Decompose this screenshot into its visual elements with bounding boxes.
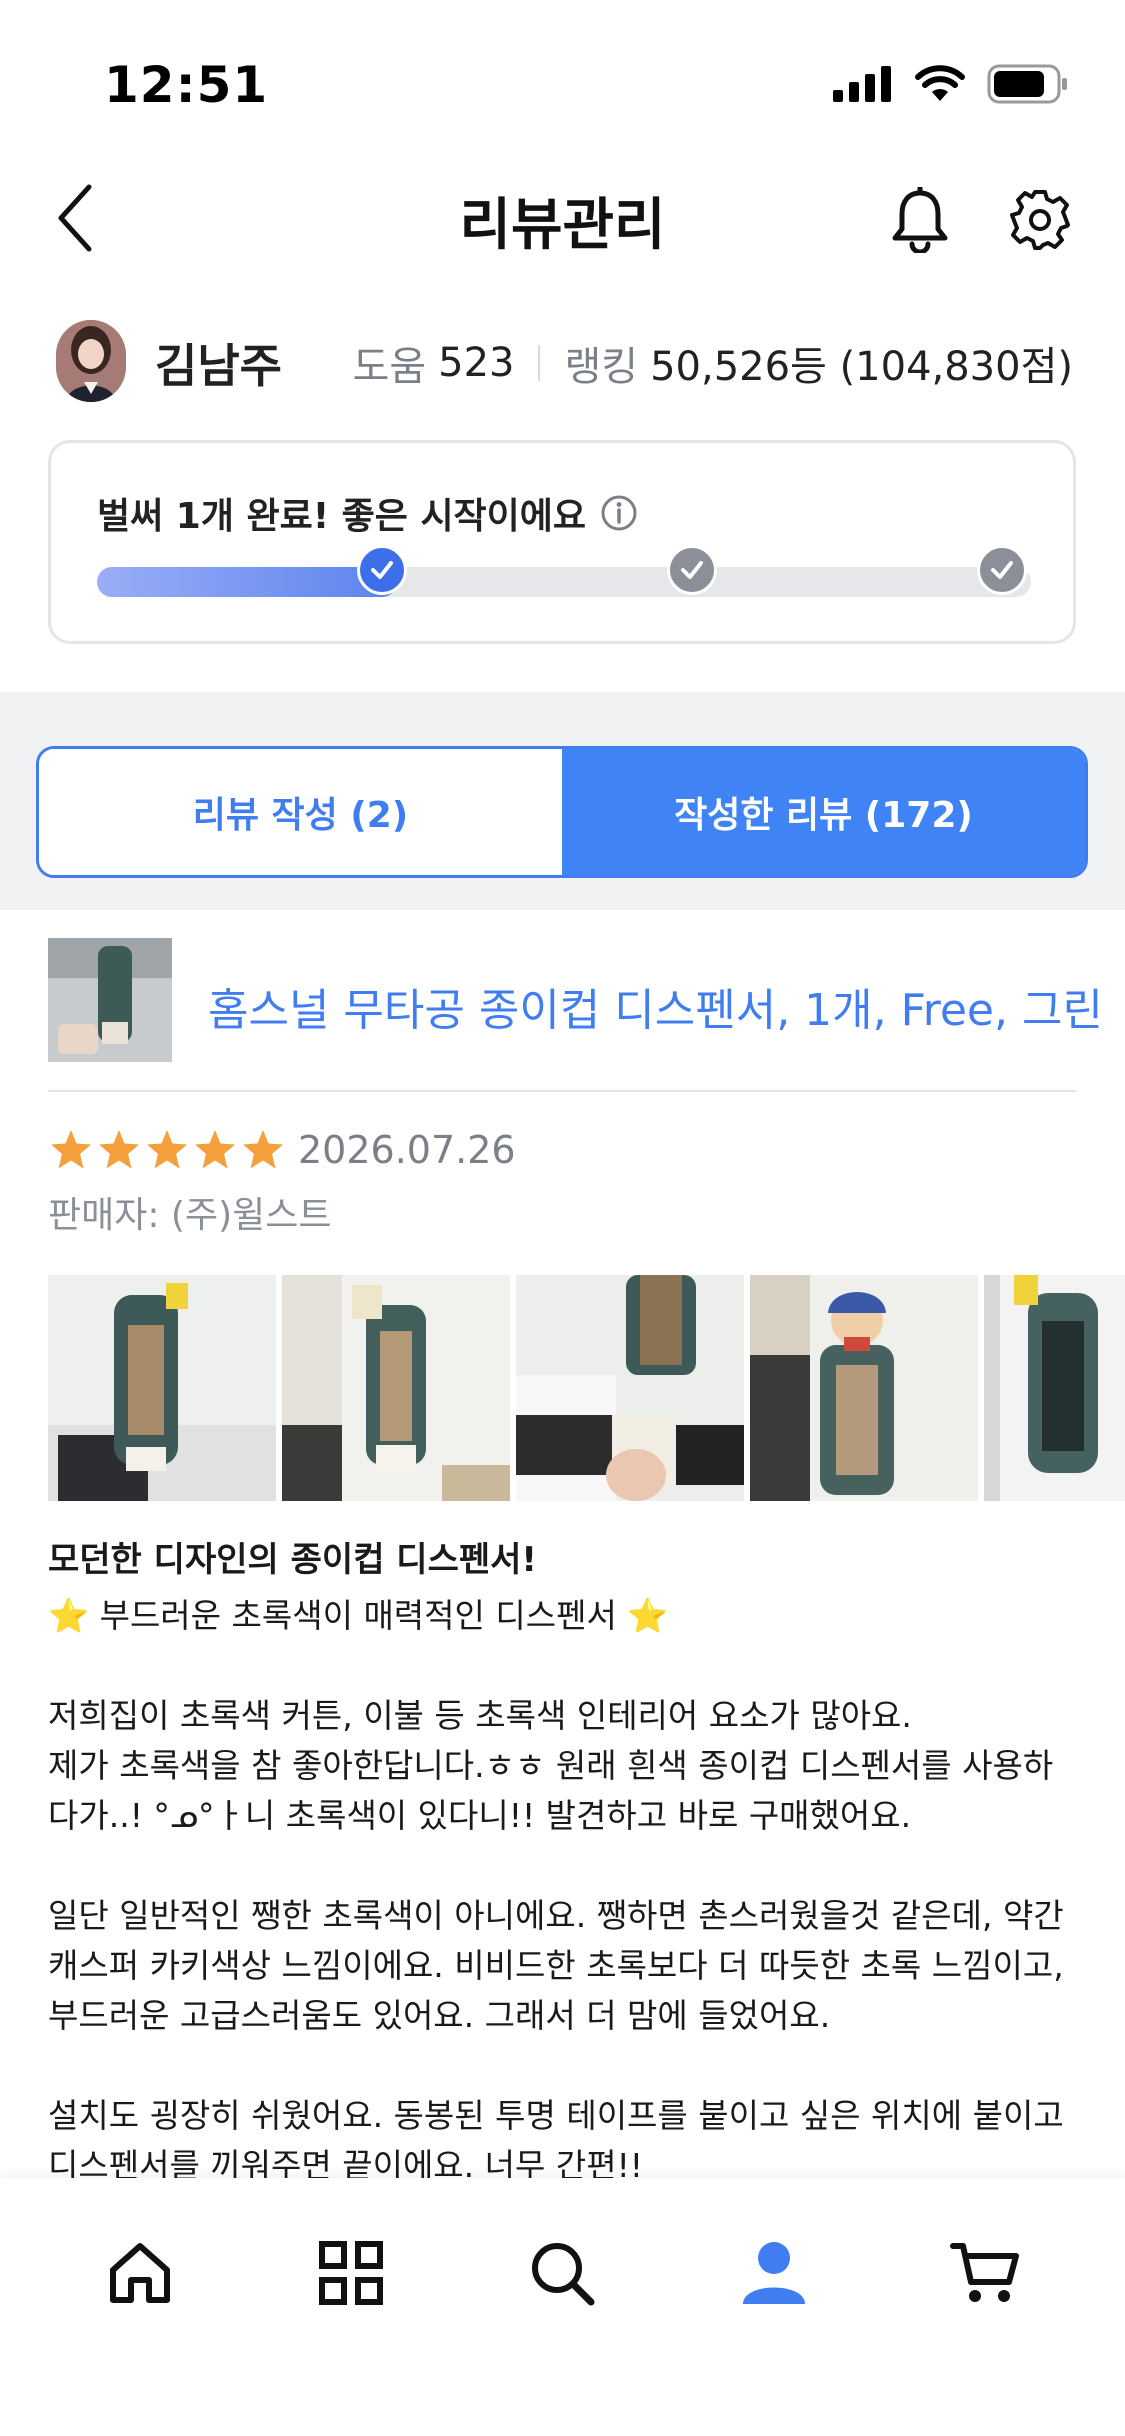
progress-title: 벌써 1개 완료! 좋은 시작이에요 <box>97 487 638 539</box>
header: 리뷰관리 <box>0 160 1125 270</box>
divider <box>48 1090 1076 1092</box>
check-icon <box>991 561 1013 579</box>
check-icon <box>681 561 703 579</box>
review-line: 설치도 굉장히 쉬웠어요. 동봉된 투명 테이프를 붙이고 싶은 위치에 붙이고 <box>48 2096 1064 2135</box>
review-line: 저희집이 초록색 커튼, 이불 등 초록색 인테리어 요소가 많아요. <box>48 1696 912 1735</box>
person-icon <box>742 2242 805 2304</box>
progress-step-3 <box>977 545 1027 595</box>
nav-my-page[interactable] <box>719 2218 829 2328</box>
settings-button[interactable] <box>1005 180 1075 260</box>
status-bar: 12:51 <box>0 0 1125 160</box>
wifi-icon <box>915 65 965 101</box>
review-subheading: ⭐ 부드러운 초록색이 매력적인 디스펜서 ⭐ <box>48 1596 669 1635</box>
product-row[interactable]: 홈스널 무타공 종이컵 디스펜서, 1개, Free, 그린 <box>48 938 1103 1062</box>
star-icon <box>51 1130 91 1169</box>
signal-icon <box>833 66 891 102</box>
progress-fill <box>97 567 397 597</box>
review-tabs: 리뷰 작성 (2) 작성한 리뷰 (172) <box>36 746 1088 878</box>
review-photo[interactable] <box>516 1275 744 1501</box>
ranking-value: 50,526등 (104,830점) <box>650 344 1073 390</box>
ranking-label: 랭킹 <box>564 344 639 390</box>
status-icons <box>833 64 1069 104</box>
review-photo[interactable] <box>984 1275 1125 1501</box>
nav-search[interactable] <box>507 2218 617 2328</box>
progress-card: 벌써 1개 완료! 좋은 시작이에요 <box>48 440 1076 644</box>
review-photo[interactable] <box>48 1275 276 1501</box>
star-icon <box>99 1130 139 1169</box>
bell-icon <box>892 187 948 253</box>
review-photo[interactable] <box>750 1275 978 1501</box>
star-icon <box>243 1130 283 1169</box>
avatar[interactable] <box>56 320 126 402</box>
status-time: 12:51 <box>104 56 269 114</box>
product-thumbnail[interactable] <box>48 938 172 1062</box>
cart-icon <box>950 2243 1020 2302</box>
search-icon <box>532 2243 595 2306</box>
user-name: 김남주 <box>155 339 282 393</box>
review-photos <box>48 1275 1125 1501</box>
notification-button[interactable] <box>885 180 955 260</box>
review-line: 다가..! °ᓄ°ㅏ니 초록색이 있다니!! 발견하고 바로 구매했어요. <box>48 1796 912 1835</box>
progress-track <box>97 567 1031 597</box>
grid-icon <box>319 2241 384 2305</box>
nav-home[interactable] <box>85 2218 195 2328</box>
battery-icon <box>987 64 1067 104</box>
tab-written-reviews[interactable]: 작성한 리뷰 (172) <box>562 749 1085 875</box>
product-image <box>48 938 172 1062</box>
profile-row: 김남주 도움 523 랭킹 50,526등 (104,830점) <box>0 310 1125 410</box>
tab-write-review[interactable]: 리뷰 작성 (2) <box>39 749 562 875</box>
help-label: 도움 <box>352 344 427 390</box>
progress-message: 벌써 1개 완료! 좋은 시작이에요 <box>97 496 587 537</box>
bottom-nav <box>0 2178 1125 2436</box>
review-body: 모던한 디자인의 종이컵 디스펜서! ⭐ 부드러운 초록색이 매력적인 디스펜서… <box>48 1535 1088 2191</box>
gear-icon <box>1010 190 1070 250</box>
star-icon <box>195 1130 235 1169</box>
profile-stats: 도움 523 랭킹 50,526등 (104,830점) <box>353 334 1073 392</box>
check-icon <box>371 561 393 579</box>
seller-name: 판매자: (주)윌스트 <box>48 1195 332 1236</box>
avatar-image <box>56 320 126 402</box>
review-date: 2026.07.26 <box>298 1128 516 1172</box>
review-line: 일단 일반적인 쨍한 초록색이 아니에요. 쨍하면 촌스러웠을것 같은데, 약간 <box>48 1896 1064 1935</box>
progress-step-2 <box>667 545 717 595</box>
info-icon[interactable] <box>600 494 638 532</box>
star-rating <box>48 1128 286 1172</box>
help-count: 523 <box>438 340 515 386</box>
star-icon <box>147 1130 187 1169</box>
review-line: 부드러운 고급스러움도 있어요. 그래서 더 맘에 들었어요. <box>48 1996 831 2035</box>
stat-divider <box>538 345 541 381</box>
home-icon <box>109 2243 170 2303</box>
review-line: 캐스퍼 카키색상 느낌이에요. 비비드한 초록보다 더 따듯한 초록 느낌이고, <box>48 1946 1064 1985</box>
nav-cart[interactable] <box>930 2218 1040 2328</box>
product-name[interactable]: 홈스널 무타공 종이컵 디스펜서, 1개, Free, 그린 <box>208 974 1103 1038</box>
rating-row: 2026.07.26 <box>48 1120 516 1180</box>
nav-categories[interactable] <box>296 2218 406 2328</box>
review-photo[interactable] <box>282 1275 510 1501</box>
review-heading: 모던한 디자인의 종이컵 디스펜서! <box>48 1540 537 1580</box>
page-title: 리뷰관리 <box>459 193 666 258</box>
review-line: 제가 초록색을 참 좋아한답니다.ㅎㅎ 원래 흰색 종이컵 디스펜서를 사용하 <box>48 1746 1054 1785</box>
progress-step-1 <box>357 545 407 595</box>
